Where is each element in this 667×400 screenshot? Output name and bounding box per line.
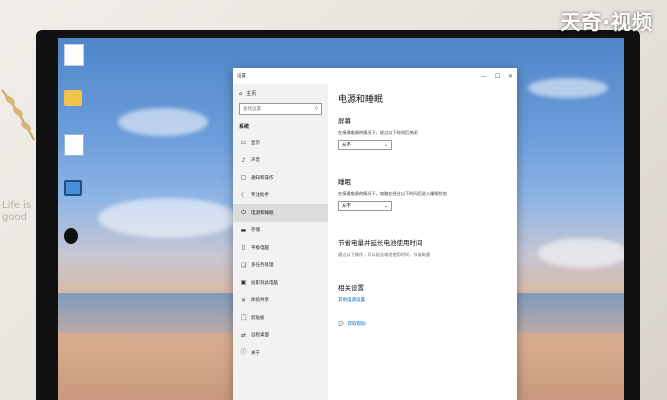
cloud bbox=[98, 198, 238, 238]
window-controls: — ☐ ✕ bbox=[481, 73, 513, 80]
remote-desktop-icon: ⇄ bbox=[240, 331, 247, 339]
file-icon[interactable] bbox=[64, 44, 84, 66]
get-help-label: 获取帮助 bbox=[347, 322, 366, 327]
sidebar-item[interactable]: ⇄ 远程桌面 bbox=[233, 327, 328, 345]
sidebar-item[interactable]: 📋 剪贴板 bbox=[233, 309, 328, 327]
sidebar-item[interactable]: ☾ 专注助手 bbox=[233, 187, 328, 205]
sidebar-item-label: 多任务处理 bbox=[251, 263, 274, 269]
search-icon: ⚲ bbox=[314, 106, 318, 112]
maximize-button[interactable]: ☐ bbox=[495, 73, 500, 80]
about-icon: ⓘ bbox=[240, 349, 247, 357]
sidebar-item[interactable]: ✕ 体验共享 bbox=[233, 292, 328, 310]
sidebar-item-label: 关于 bbox=[251, 350, 260, 356]
qq-icon[interactable] bbox=[64, 228, 78, 244]
help-icon: 💬 bbox=[338, 321, 344, 327]
additional-power-settings-link[interactable]: 其他电源设置 bbox=[338, 297, 509, 303]
sidebar-item-label: 存储 bbox=[251, 228, 260, 234]
power-icon: ⏻ bbox=[241, 209, 246, 217]
cloud bbox=[538, 238, 624, 268]
chevron-down-icon: ⌄ bbox=[384, 142, 388, 148]
nav-home[interactable]: ⌂ 主页 bbox=[233, 84, 328, 101]
search-placeholder: 查找设置 bbox=[243, 107, 261, 112]
this-pc-icon[interactable] bbox=[64, 180, 82, 196]
sidebar-item-label: 投影到此电脑 bbox=[251, 280, 278, 286]
close-button[interactable]: ✕ bbox=[508, 73, 513, 80]
window-title: 设置 bbox=[237, 74, 246, 79]
focus-assist-icon: ☾ bbox=[240, 191, 247, 199]
storage-icon: ▬ bbox=[240, 226, 247, 234]
sidebar-item[interactable]: ♪ 声音 bbox=[233, 152, 328, 170]
settings-nav: ⌂ 主页 查找设置 ⚲ 系统 ▭ 显示 ♪ 声音 ▢ 通知和操作 ☾ 专注助手 ⏻ 电源和睡眠 ▬ 存… bbox=[233, 84, 328, 400]
screen-heading: 屏幕 bbox=[338, 117, 351, 125]
title-bar: 设置 — ☐ ✕ bbox=[233, 68, 517, 84]
shared-experiences-icon: ✕ bbox=[240, 296, 247, 304]
screen-timeout-value: 从不 bbox=[342, 143, 351, 148]
screen-description: 在接通电源的情况下，经过以下时间后关闭 bbox=[338, 130, 418, 135]
sidebar-item-label: 电源和睡眠 bbox=[251, 210, 274, 216]
sleep-heading: 睡眠 bbox=[338, 178, 351, 186]
nav-items: ▭ 显示 ♪ 声音 ▢ 通知和操作 ☾ 专注助手 ⏻ 电源和睡眠 ▬ 存储 ▯ 平板电脑 ❏ 多任务处理 ▣ 投影… bbox=[233, 134, 328, 362]
display-icon: ▭ bbox=[240, 139, 247, 147]
sidebar-item[interactable]: ▬ 存储 bbox=[233, 222, 328, 240]
settings-window: 设置 — ☐ ✕ ⌂ 主页 查找设置 ⚲ 系统 ▭ 显示 ♪ 声音 ▢ 通知和操作 ☾ 专注助… bbox=[233, 68, 517, 400]
multitasking-icon: ❏ bbox=[240, 261, 247, 269]
projecting-icon: ▣ bbox=[240, 279, 247, 287]
related-settings-heading: 相关设置 bbox=[338, 284, 364, 292]
sidebar-item-label: 平板电脑 bbox=[251, 245, 269, 251]
cloud bbox=[528, 78, 608, 98]
wheat-decoration-icon bbox=[1, 89, 35, 141]
sleep-timeout-dropdown[interactable]: 从不 ⌄ bbox=[338, 201, 392, 211]
sidebar-item-label: 体验共享 bbox=[251, 298, 269, 304]
background-text: Life is good bbox=[2, 200, 32, 223]
clipboard-icon: 📋 bbox=[240, 314, 248, 322]
sidebar-item[interactable]: ▣ 投影到此电脑 bbox=[233, 274, 328, 292]
sidebar-item-label: 专注助手 bbox=[251, 193, 269, 199]
sidebar-item[interactable]: ▯ 平板电脑 bbox=[233, 239, 328, 257]
save-power-heading: 节省电量并延长电池使用时间 bbox=[338, 239, 423, 247]
sidebar-item-label: 通知和操作 bbox=[251, 175, 274, 181]
sidebar-item-label: 显示 bbox=[251, 140, 260, 146]
sound-icon: ♪ bbox=[241, 156, 246, 164]
document-icon[interactable] bbox=[64, 134, 84, 156]
sidebar-item[interactable]: ▢ 通知和操作 bbox=[233, 169, 328, 187]
screen-timeout-dropdown[interactable]: 从不 ⌄ bbox=[338, 140, 392, 150]
folder-icon[interactable] bbox=[64, 90, 82, 106]
sidebar-item[interactable]: ❏ 多任务处理 bbox=[233, 257, 328, 275]
nav-home-label: 主页 bbox=[246, 91, 257, 97]
sidebar-item-label: 声音 bbox=[251, 158, 260, 164]
home-icon: ⌂ bbox=[239, 90, 243, 97]
sidebar-item[interactable]: ⏻ 电源和睡眠 bbox=[233, 204, 328, 222]
save-power-description: 通过以下操作，可以延长电池使用时间，节省电量 bbox=[338, 252, 431, 257]
sleep-description: 在接通电源的情况下，电脑在经过以下时间后进入睡眠状态 bbox=[338, 191, 447, 196]
sidebar-item[interactable]: ⓘ 关于 bbox=[233, 344, 328, 362]
sidebar-item-label: 远程桌面 bbox=[251, 333, 269, 339]
sleep-timeout-value: 从不 bbox=[342, 204, 351, 209]
cloud bbox=[118, 108, 208, 136]
tablet-icon: ▯ bbox=[241, 244, 246, 252]
notifications-icon: ▢ bbox=[240, 174, 247, 182]
sidebar-item-label: 剪贴板 bbox=[251, 315, 265, 321]
nav-section-title: 系统 bbox=[239, 124, 250, 130]
chevron-down-icon: ⌄ bbox=[384, 203, 388, 209]
page-title: 电源和睡眠 bbox=[338, 95, 384, 105]
search-input[interactable]: 查找设置 ⚲ bbox=[239, 103, 322, 115]
settings-content: 电源和睡眠 屏幕 在接通电源的情况下，经过以下时间后关闭 从不 ⌄ 睡眠 在接通… bbox=[338, 84, 509, 400]
minimize-button[interactable]: — bbox=[481, 73, 487, 80]
watermark: 天奇·视频 bbox=[560, 10, 653, 34]
get-help-link[interactable]: 💬 获取帮助 bbox=[338, 321, 509, 328]
sidebar-item[interactable]: ▭ 显示 bbox=[233, 134, 328, 152]
